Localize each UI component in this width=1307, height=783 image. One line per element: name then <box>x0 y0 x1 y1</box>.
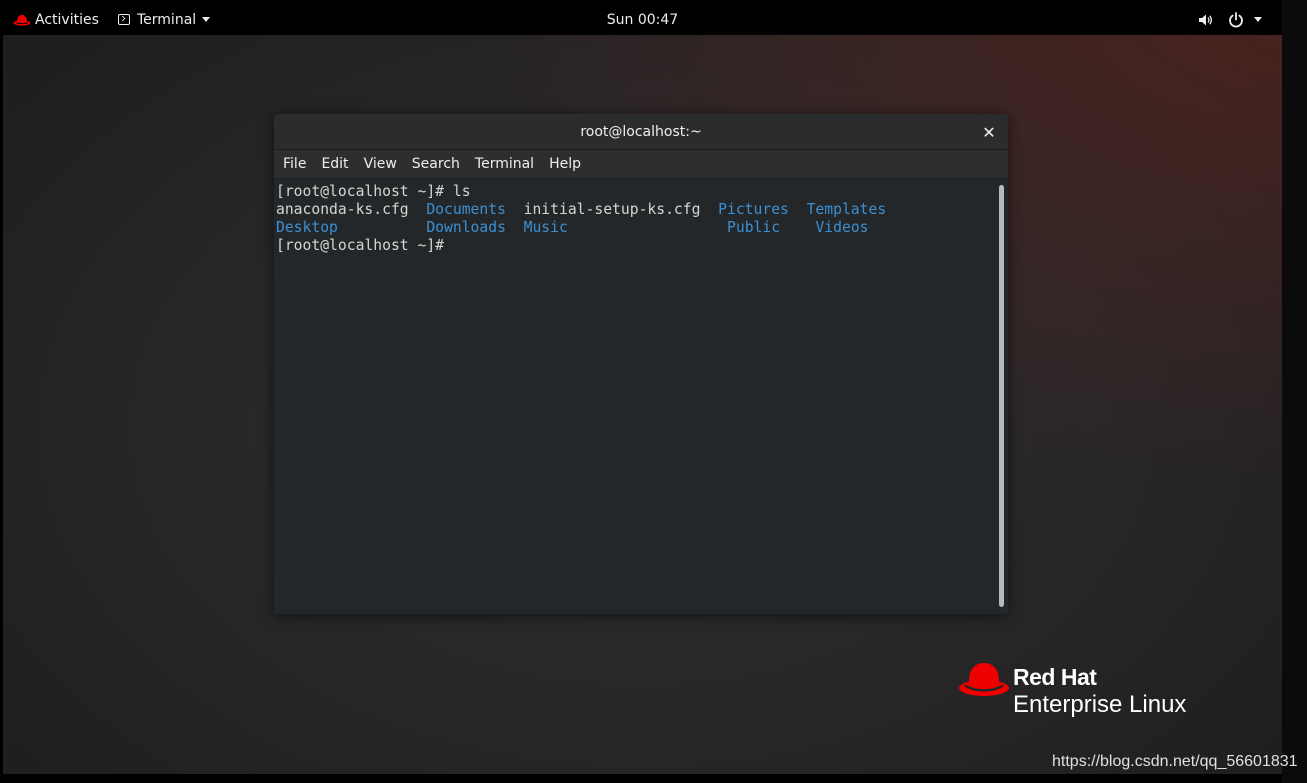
directory-entry: Public <box>727 219 781 236</box>
power-icon <box>1229 11 1243 27</box>
directory-entry: Music <box>523 219 568 236</box>
directory-entry: Templates <box>806 201 887 218</box>
file-entry: initial-setup-ks.cfg <box>523 201 701 218</box>
ls-output-row: anaconda-ks.cfg Documents initial-setup-… <box>276 201 996 219</box>
menu-bar: File Edit View Search Terminal Help <box>274 150 1008 179</box>
brand-product: Enterprise Linux <box>1013 691 1187 718</box>
menu-file[interactable]: File <box>276 156 312 172</box>
redhat-logo: Red Hat Enterprise Linux <box>958 656 1218 726</box>
scrollbar[interactable] <box>996 179 1008 614</box>
menu-terminal[interactable]: Terminal <box>468 156 540 172</box>
directory-entry: Pictures <box>718 201 789 218</box>
activities-label: Activities <box>35 11 99 28</box>
prompt-line: [root@localhost ~]# <box>276 237 445 254</box>
redhat-hat-icon <box>959 663 1009 696</box>
desktop: Activities Sun 00:47 Terminal root@local… <box>3 4 1282 774</box>
menu-view[interactable]: View <box>357 156 403 172</box>
scrollbar-thumb[interactable] <box>999 185 1004 607</box>
terminal-icon <box>118 14 130 25</box>
file-entry: anaconda-ks.cfg <box>276 201 409 218</box>
prompt-line: [root@localhost ~]# ls <box>276 183 471 200</box>
directory-entry: Documents <box>426 201 506 218</box>
app-menu-label: Terminal <box>137 11 197 28</box>
chevron-down-icon <box>1254 17 1262 22</box>
watermark: https://blog.csdn.net/qq_56601831 <box>1052 753 1298 770</box>
menu-search[interactable]: Search <box>405 156 466 172</box>
activities-button[interactable]: Activities <box>13 4 99 35</box>
clock-label[interactable]: Sun 00:47 <box>607 12 678 28</box>
menu-edit[interactable]: Edit <box>314 156 354 172</box>
window-titlebar[interactable]: root@localhost:~ ✕ <box>274 114 1008 150</box>
chevron-down-icon <box>202 17 211 22</box>
directory-entry: Desktop <box>276 219 338 236</box>
top-bar: Activities Sun 00:47 Terminal <box>3 4 1282 35</box>
volume-icon <box>1199 14 1213 25</box>
redhat-icon <box>13 14 31 26</box>
directory-entry: Videos <box>815 219 869 236</box>
system-menu-button[interactable] <box>1188 4 1262 35</box>
ls-output-row: Desktop Downloads Music Public Videos <box>276 219 996 237</box>
menu-help[interactable]: Help <box>542 156 587 172</box>
app-menu-button[interactable]: Terminal <box>118 4 211 35</box>
close-icon[interactable]: ✕ <box>978 121 1000 143</box>
terminal-window[interactable]: root@localhost:~ ✕ File Edit View Search… <box>274 114 1008 614</box>
brand-name: Red Hat <box>1013 664 1097 690</box>
terminal-output[interactable]: [root@localhost ~]# ls anaconda-ks.cfg Do… <box>274 179 996 614</box>
window-title: root@localhost:~ <box>580 123 702 140</box>
directory-entry: Downloads <box>426 219 506 236</box>
screen-border <box>1282 0 1307 783</box>
